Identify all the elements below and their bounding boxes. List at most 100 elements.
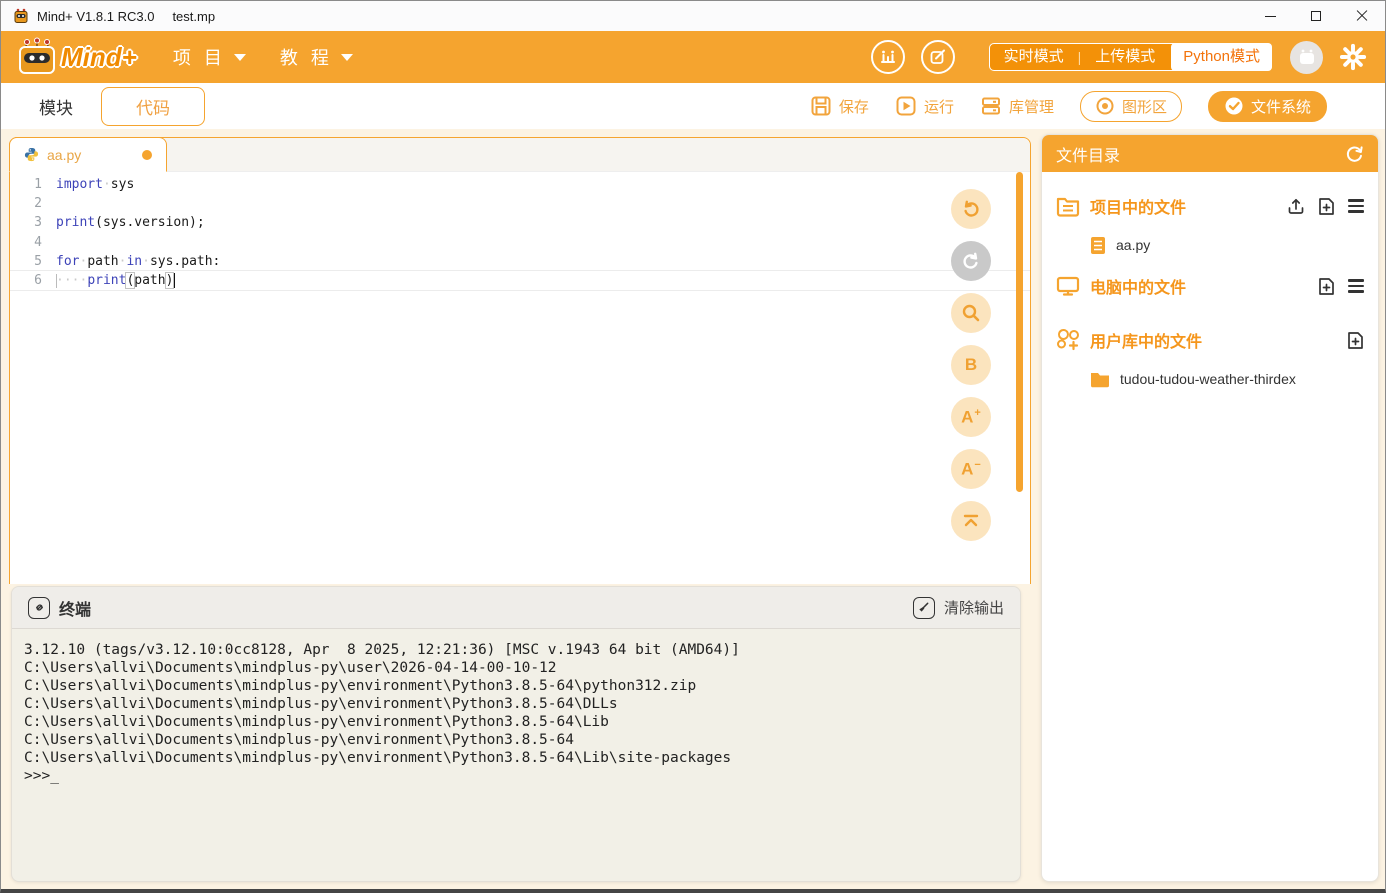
window-title-file: test.mp <box>172 9 215 24</box>
bold-button[interactable]: B <box>951 345 991 385</box>
toolbar-row: 模块 代码 保存 运行 库管理 图形区 文件系统 <box>1 83 1385 129</box>
user-avatar[interactable] <box>1290 41 1323 74</box>
minimize-button[interactable] <box>1247 1 1293 31</box>
code-text: ····print(path) <box>56 271 175 290</box>
undo-button[interactable] <box>951 189 991 229</box>
menu-project-label: 项 目 <box>173 44 226 70</box>
settings-button[interactable] <box>1339 43 1367 71</box>
terminal-cursor: _ <box>50 767 59 785</box>
avatar-robot-icon <box>1297 47 1317 67</box>
section-menu-button[interactable] <box>1348 199 1364 212</box>
file-item-aapy[interactable]: aa.py <box>1042 230 1378 260</box>
mode-realtime[interactable]: 实时模式 <box>990 44 1078 70</box>
robot-logo-icon <box>15 37 59 77</box>
scroll-top-button[interactable] <box>951 501 991 541</box>
edit-button[interactable] <box>921 40 955 74</box>
sidebar-title: 文件目录 <box>1056 142 1120 166</box>
code-line[interactable]: 2 <box>10 194 1030 213</box>
run-button[interactable]: 运行 <box>895 95 954 117</box>
section-computer-files[interactable]: 电脑中的文件 <box>1042 270 1378 302</box>
font-decrease-button[interactable]: A− <box>951 449 991 489</box>
menu-project[interactable]: 项 目 <box>173 44 246 70</box>
title-bar: Mind+ V1.8.1 RC3.0 test.mp <box>1 1 1385 31</box>
font-increase-button[interactable]: A+ <box>951 397 991 437</box>
maximize-button[interactable] <box>1293 1 1339 31</box>
code-line[interactable]: 1import·sys <box>10 175 1030 194</box>
new-file-icon <box>1318 277 1335 296</box>
section-menu-button[interactable] <box>1348 279 1364 292</box>
new-file-button[interactable] <box>1347 331 1364 350</box>
clear-output-button[interactable]: 清除输出 <box>913 597 1004 619</box>
code-lines: 1import·sys23print(sys.version);45for·pa… <box>10 175 1030 290</box>
editor-scrollbar[interactable] <box>1016 172 1023 492</box>
upload-file-button[interactable] <box>1287 197 1305 215</box>
terminal-line: 3.12.10 (tags/v3.12.10:0cc8128, Apr 8 20… <box>24 641 1008 659</box>
community-icon <box>879 48 897 66</box>
code-area[interactable]: 1import·sys23print(sys.version);45for·pa… <box>10 172 1030 290</box>
file-system-label: 文件系统 <box>1251 96 1311 117</box>
upload-icon <box>1287 197 1305 215</box>
font-decrease-icon: A− <box>961 459 981 480</box>
close-button[interactable] <box>1339 1 1385 31</box>
new-file-button[interactable] <box>1318 277 1335 296</box>
run-icon <box>895 95 917 117</box>
folder-item-name: tudou-tudou-weather-thirdex <box>1120 371 1296 387</box>
code-line[interactable]: 6····print(path) <box>10 271 1030 290</box>
editor-floating-buttons: B A+ A− <box>951 189 991 541</box>
code-editor-panel: aa.py 1import·sys23print(sys.version);45… <box>9 137 1031 584</box>
editor-tab-aapy[interactable]: aa.py <box>9 137 167 172</box>
section-project-files-label: 项目中的文件 <box>1090 194 1186 218</box>
new-file-icon <box>1347 331 1364 350</box>
line-number: 3 <box>10 213 56 232</box>
project-folder-icon <box>1056 195 1080 217</box>
undo-icon <box>961 199 981 219</box>
line-number: 6 <box>10 271 56 290</box>
save-button[interactable]: 保存 <box>810 95 869 117</box>
tab-blocks[interactable]: 模块 <box>11 88 101 125</box>
library-manager-label: 库管理 <box>1009 96 1054 117</box>
folder-item-tudou[interactable]: tudou-tudou-weather-thirdex <box>1042 364 1378 394</box>
code-text: for·path·in·sys.path: <box>56 252 220 271</box>
refresh-button[interactable] <box>1345 144 1364 163</box>
graphics-area-icon <box>1095 96 1115 116</box>
mindplus-logo[interactable]: Mind+ <box>15 37 137 77</box>
new-file-button[interactable] <box>1318 197 1335 216</box>
file-system-icon <box>1224 96 1244 116</box>
line-number: 5 <box>10 252 56 271</box>
editor-tabstrip: aa.py <box>10 138 1030 172</box>
gear-icon <box>1339 43 1367 71</box>
file-item-name: aa.py <box>1116 237 1150 253</box>
section-computer-files-label: 电脑中的文件 <box>1090 274 1186 298</box>
editor-tab-filename: aa.py <box>47 147 81 163</box>
terminal-line: C:\Users\allvi\Documents\mindplus-py\env… <box>24 695 1008 713</box>
code-line[interactable]: 5for·path·in·sys.path: <box>10 252 1030 271</box>
redo-icon <box>961 251 981 271</box>
code-line[interactable]: 3print(sys.version); <box>10 213 1030 232</box>
chevron-down-icon <box>341 54 353 61</box>
tab-code[interactable]: 代码 <box>101 87 205 126</box>
library-manager-button[interactable]: 库管理 <box>980 95 1054 117</box>
search-button[interactable] <box>951 293 991 333</box>
sidebar-header: 文件目录 <box>1042 135 1378 172</box>
code-text: print(sys.version); <box>56 213 205 232</box>
font-increase-icon: A+ <box>961 407 981 428</box>
graphics-area-button[interactable]: 图形区 <box>1080 91 1182 122</box>
mode-python[interactable]: Python模式 <box>1171 43 1272 71</box>
mode-upload[interactable]: 上传模式 <box>1081 44 1169 70</box>
section-project-files[interactable]: 项目中的文件 <box>1042 190 1378 222</box>
community-button[interactable] <box>871 40 905 74</box>
mode-switcher: 实时模式 | 上传模式 Python模式 <box>989 43 1272 71</box>
terminal-line: C:\Users\allvi\Documents\mindplus-py\env… <box>24 677 1008 695</box>
section-user-library-files[interactable]: 用户库中的文件 <box>1042 324 1378 356</box>
main-content: aa.py 1import·sys23print(sys.version);45… <box>1 129 1385 890</box>
terminal-header: 终端 清除输出 <box>12 587 1020 629</box>
edit-icon <box>929 48 947 66</box>
terminal-prompt: >>> <box>24 768 50 784</box>
file-system-button[interactable]: 文件系统 <box>1208 91 1327 122</box>
menu-tutorial[interactable]: 教 程 <box>280 44 353 70</box>
terminal-output[interactable]: 3.12.10 (tags/v3.12.10:0cc8128, Apr 8 20… <box>12 629 1020 797</box>
redo-button[interactable] <box>951 241 991 281</box>
menu-tutorial-label: 教 程 <box>280 44 333 70</box>
terminal-line: C:\Users\allvi\Documents\mindplus-py\env… <box>24 713 1008 731</box>
code-line[interactable]: 4 <box>10 233 1030 252</box>
